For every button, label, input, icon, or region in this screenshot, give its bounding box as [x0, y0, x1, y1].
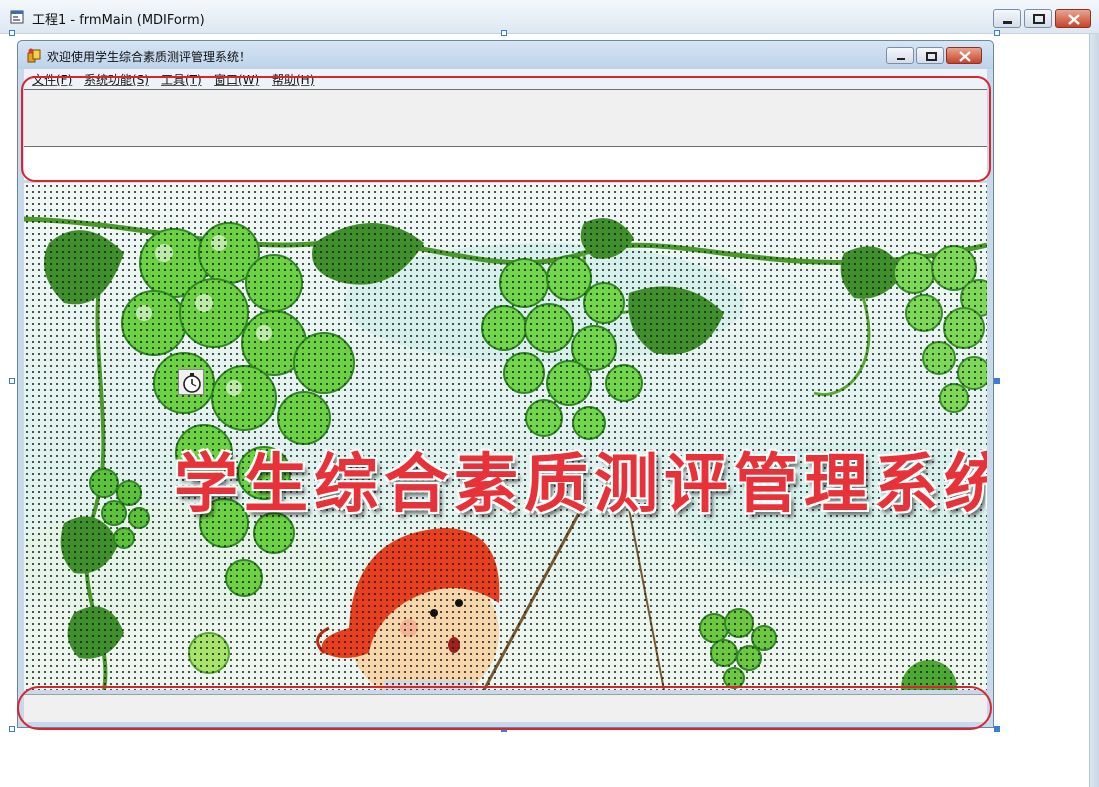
ide-window-title: 工程1 - frmMain (MDIForm): [32, 13, 205, 28]
resize-handle-bottom-left[interactable]: [9, 726, 15, 732]
ide-minimize-button[interactable]: [993, 9, 1021, 28]
mdi-title-bar[interactable]: 欢迎使用学生综合素质测评管理系统！: [18, 41, 993, 69]
close-icon: [1068, 14, 1080, 25]
restore-icon: [1033, 14, 1045, 24]
minimize-icon: [1003, 21, 1012, 24]
menu-file[interactable]: 文件(F): [32, 71, 72, 88]
resize-handle-top[interactable]: [501, 30, 507, 36]
resize-handle-top-left[interactable]: [9, 30, 15, 36]
toolbar-panel[interactable]: [24, 89, 987, 147]
menu-bar: 文件(F) 系统功能(S) 工具(T) 窗口(W) 帮助(H): [24, 69, 987, 89]
ide-maximize-button[interactable]: [1024, 9, 1052, 28]
minimize-icon: [897, 58, 905, 60]
timer-control[interactable]: [178, 369, 204, 395]
mdi-maximize-button[interactable]: [916, 47, 944, 64]
app-icon: [27, 48, 41, 63]
menu-help[interactable]: 帮助(H): [272, 71, 314, 88]
ide-window-right-edge: [1089, 34, 1099, 787]
mdi-background-picture: 学生综合素质测评管理系统: [24, 183, 987, 690]
menu-system-functions[interactable]: 系统功能(S): [84, 71, 149, 88]
restore-icon: [926, 52, 937, 61]
banner-title: 学生综合素质测评管理系统: [174, 448, 987, 522]
resize-handle-bottom-right[interactable]: [994, 726, 1000, 732]
status-bar[interactable]: [24, 694, 987, 722]
mdi-minimize-button[interactable]: [886, 47, 914, 64]
form-designer-icon: [10, 10, 24, 24]
menu-window[interactable]: 窗口(W): [214, 71, 259, 88]
toolbar-strip-blank: [24, 147, 987, 180]
resize-handle-left[interactable]: [9, 378, 15, 384]
resize-handle-top-right[interactable]: [994, 30, 1000, 36]
mdi-close-button[interactable]: [946, 47, 982, 64]
ide-title-bar: 工程1 - frmMain (MDIForm): [0, 0, 1099, 34]
mdi-form-title: 欢迎使用学生综合素质测评管理系统！: [47, 50, 252, 64]
resize-handle-right[interactable]: [994, 378, 1000, 384]
ide-close-button[interactable]: [1055, 9, 1091, 28]
close-icon: [959, 51, 971, 62]
menu-tools[interactable]: 工具(T): [161, 71, 202, 88]
mdi-form[interactable]: 欢迎使用学生综合素质测评管理系统！ 文件(F) 系统功能(S) 工具(T) 窗口…: [17, 40, 994, 728]
stopwatch-icon: [183, 373, 201, 393]
